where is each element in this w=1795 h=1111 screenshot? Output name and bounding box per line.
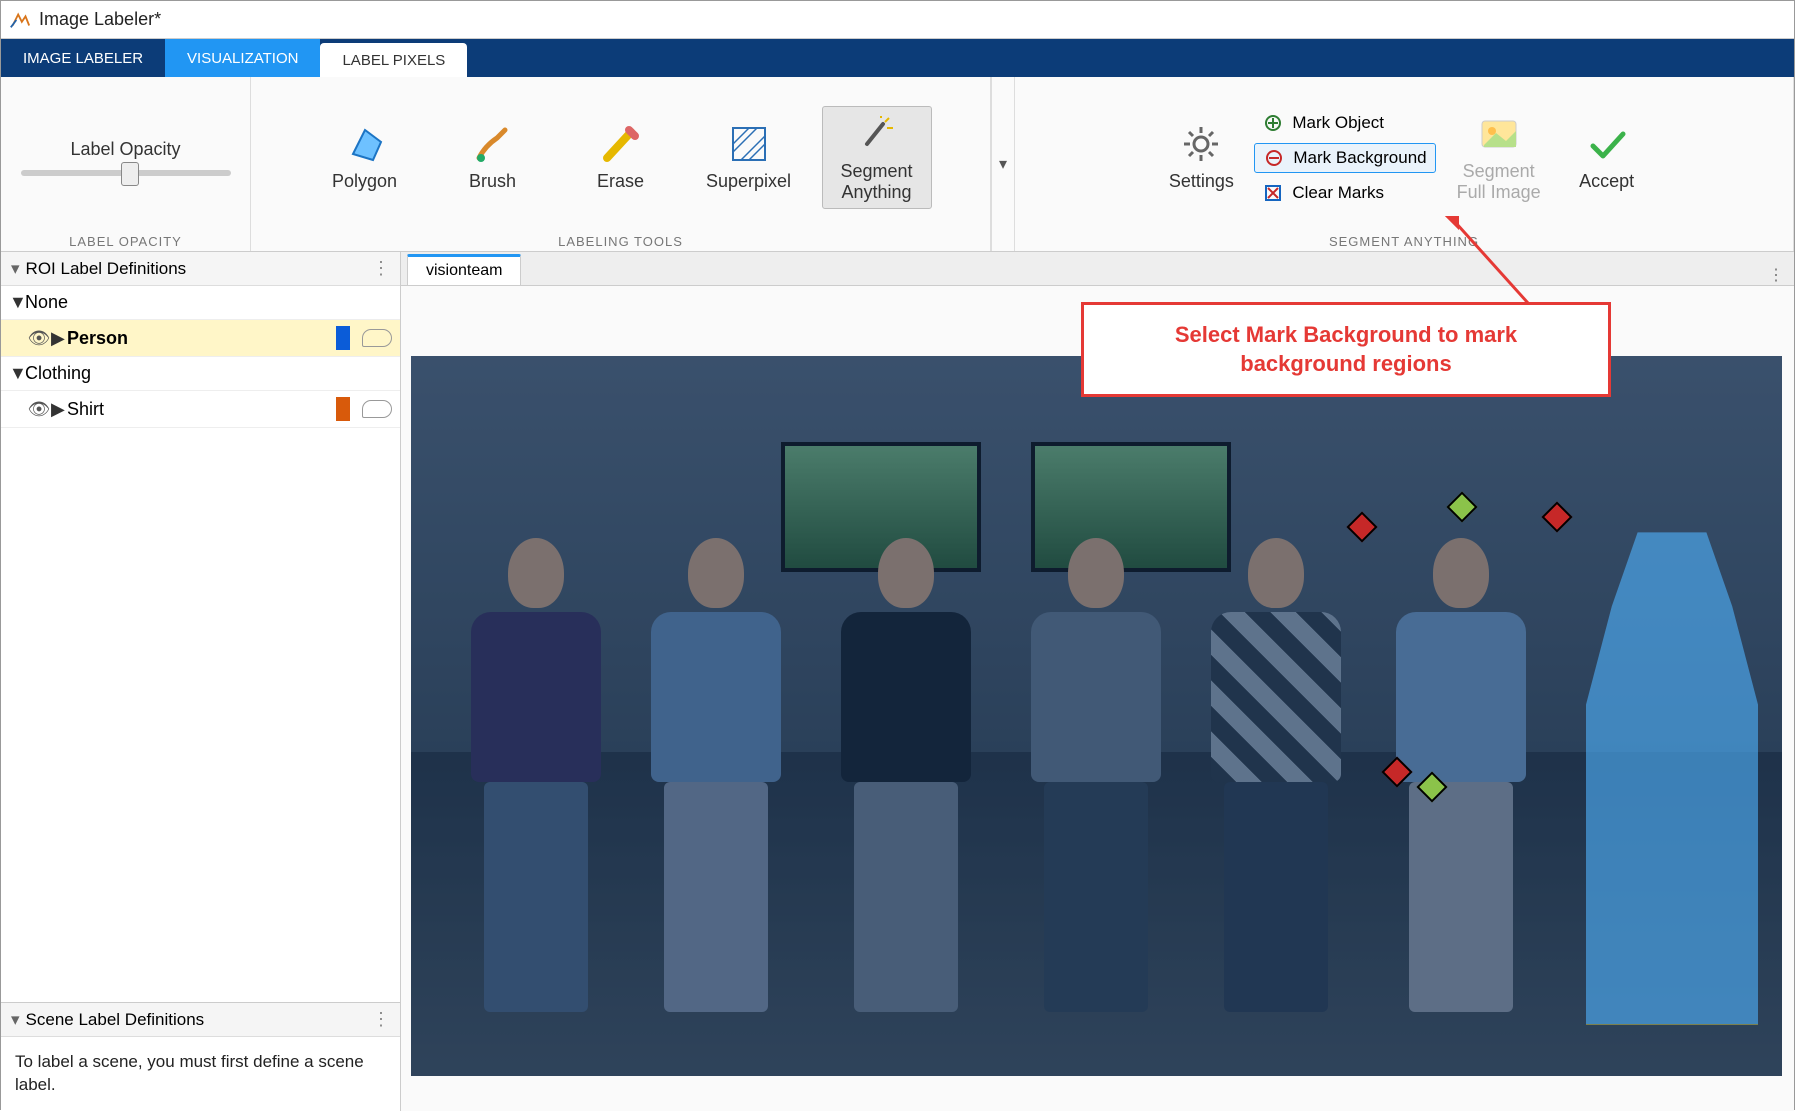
tool-brush[interactable]: Brush	[438, 117, 548, 198]
visibility-icon[interactable]: 👁	[27, 399, 51, 420]
segment-anything-options: Mark Object Mark Background Clear Marks	[1254, 109, 1435, 207]
tab-label-pixels[interactable]: LABEL PIXELS	[320, 43, 467, 77]
accept-button[interactable]: Accept	[1562, 117, 1652, 198]
mark-object-icon	[1262, 112, 1284, 134]
shape-icon	[362, 400, 392, 418]
tool-superpixel[interactable]: Superpixel	[694, 117, 804, 198]
opacity-slider-thumb[interactable]	[121, 162, 139, 186]
superpixel-icon	[728, 123, 770, 165]
mark-object-button[interactable]: Mark Object	[1254, 109, 1435, 137]
label-item-shirt[interactable]: 👁 ▶ Shirt	[1, 391, 400, 428]
scene-panel: ▾Scene Label Definitions ⋮ To label a sc…	[1, 1002, 400, 1111]
side-panel: ▾ROI Label Definitions ⋮ ▼None 👁 ▶ Perso…	[1, 252, 401, 1111]
clear-marks-button[interactable]: Clear Marks	[1254, 179, 1435, 207]
label-overlay	[411, 356, 1782, 1076]
group-segment-anything-caption: SEGMENT ANYTHING	[1025, 232, 1783, 249]
accept-icon	[1586, 123, 1628, 165]
segment-anything-icon	[856, 113, 898, 155]
label-opacity-title: Label Opacity	[70, 139, 180, 160]
visibility-icon[interactable]: 👁	[27, 328, 51, 349]
tab-visualization[interactable]: VISUALIZATION	[165, 39, 320, 77]
roi-label-list: ▼None 👁 ▶ Person ▼Clothing 👁 ▶ Shirt	[1, 286, 400, 428]
tools-dropdown[interactable]: ▾	[991, 77, 1015, 251]
annotation-callout: Select Mark Background to mark backgroun…	[1081, 302, 1611, 397]
collapse-icon: ▾	[11, 1010, 20, 1029]
collapse-icon: ▾	[11, 259, 20, 278]
settings-button[interactable]: Settings	[1156, 117, 1246, 198]
photo-canvas[interactable]	[411, 356, 1782, 1076]
scene-panel-menu[interactable]: ⋮	[372, 1009, 390, 1030]
shape-icon	[362, 329, 392, 347]
scene-panel-header[interactable]: ▾Scene Label Definitions ⋮	[1, 1003, 400, 1037]
canvas-area: visionteam ⋮ Select Mark Background to m…	[401, 252, 1794, 1111]
color-swatch-person[interactable]	[336, 326, 350, 350]
polygon-icon	[344, 123, 386, 165]
group-labeling-tools: Polygon Brush Erase Superpixel Segment A…	[251, 77, 991, 251]
tool-segment-anything[interactable]: Segment Anything	[822, 106, 932, 209]
label-item-person[interactable]: 👁 ▶ Person	[1, 320, 400, 357]
group-segment-anything: Settings Mark Object Mark Background Cle…	[1015, 77, 1794, 251]
ribbon-tabs: IMAGE LABELER VISUALIZATION LABEL PIXELS	[1, 39, 1794, 77]
brush-icon	[472, 123, 514, 165]
tool-polygon[interactable]: Polygon	[310, 117, 420, 198]
toolbar: Label Opacity LABEL OPACITY Polygon Brus…	[1, 77, 1794, 252]
tool-erase[interactable]: Erase	[566, 117, 676, 198]
image-stage[interactable]: Select Mark Background to mark backgroun…	[401, 286, 1794, 1111]
matlab-logo-icon	[9, 9, 31, 31]
opacity-slider[interactable]	[21, 170, 231, 176]
roi-panel-menu[interactable]: ⋮	[372, 258, 390, 279]
tab-image-labeler[interactable]: IMAGE LABELER	[1, 39, 165, 77]
segmented-region[interactable]	[1592, 538, 1752, 1018]
group-label-opacity-caption: LABEL OPACITY	[11, 232, 240, 249]
title-bar: Image Labeler*	[1, 1, 1794, 39]
mark-background-button[interactable]: Mark Background	[1254, 143, 1435, 173]
clear-marks-icon	[1262, 182, 1284, 204]
mark-background-icon	[1263, 147, 1285, 169]
segment-full-image-icon	[1478, 113, 1520, 155]
canvas-tab-menu[interactable]: ⋮	[1768, 265, 1784, 285]
canvas-tab-strip: visionteam ⋮	[401, 252, 1794, 286]
scene-panel-body: To label a scene, you must first define …	[1, 1037, 400, 1111]
main-area: ▾ROI Label Definitions ⋮ ▼None 👁 ▶ Perso…	[1, 252, 1794, 1111]
gear-icon	[1180, 123, 1222, 165]
roi-panel-header[interactable]: ▾ROI Label Definitions ⋮	[1, 252, 400, 286]
group-labeling-tools-caption: LABELING TOOLS	[261, 232, 980, 249]
color-swatch-shirt[interactable]	[336, 397, 350, 421]
erase-icon	[600, 123, 642, 165]
label-group-none[interactable]: ▼None	[1, 286, 400, 320]
segment-full-image-button[interactable]: Segment Full Image	[1444, 107, 1554, 208]
group-label-opacity: Label Opacity LABEL OPACITY	[1, 77, 251, 251]
label-group-clothing[interactable]: ▼Clothing	[1, 357, 400, 391]
canvas-tab-visionteam[interactable]: visionteam	[407, 254, 521, 285]
window-title: Image Labeler*	[39, 9, 161, 30]
